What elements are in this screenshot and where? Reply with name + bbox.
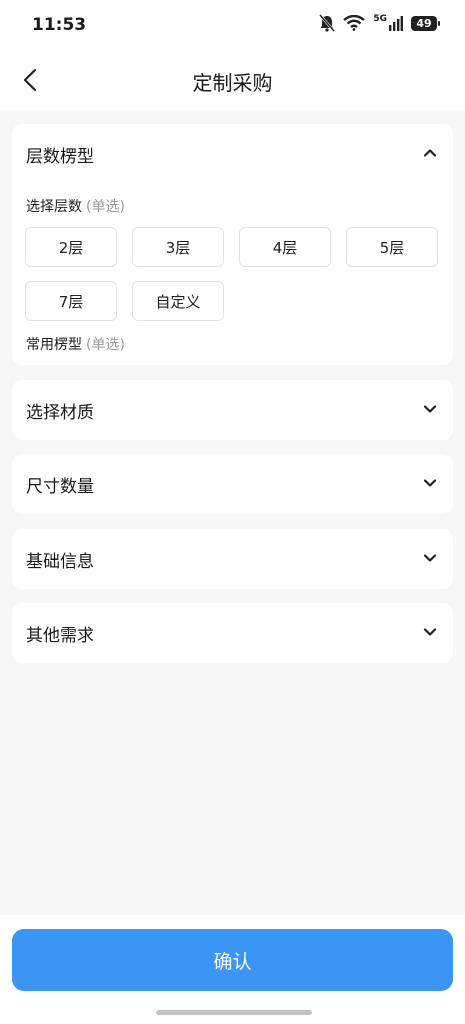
chevron-down-icon: [423, 405, 437, 413]
status-icons: 5G 49: [319, 14, 440, 32]
chevron-down-icon: [423, 628, 437, 636]
section-basic-info[interactable]: 基础信息: [12, 529, 453, 589]
chevron-up-icon: [423, 149, 437, 157]
bell-muted-icon: [319, 14, 336, 32]
section-title: 其他需求: [26, 626, 94, 646]
section-title: 层数楞型: [26, 147, 94, 167]
section-title: 选择材质: [26, 403, 94, 423]
layer-option-7[interactable]: 7层: [25, 281, 117, 321]
section-layers-flute: 层数楞型 选择层数 (单选) 2层 3层 4层 5层 7层 自定义 常用楞型 (单选…: [12, 124, 453, 365]
wifi-icon: [343, 15, 366, 31]
section-header-basic-info[interactable]: 基础信息: [12, 529, 453, 587]
section-header-other-needs[interactable]: 其他需求: [12, 603, 453, 661]
footer-bar: 确认: [0, 915, 465, 1024]
section-header-material[interactable]: 选择材质: [12, 380, 453, 438]
section-other-needs[interactable]: 其他需求: [12, 603, 453, 663]
layers-label: 选择层数 (单选): [26, 196, 125, 216]
status-time: 11:53: [32, 15, 87, 35]
battery-level: 49: [416, 16, 432, 30]
home-indicator[interactable]: [156, 1010, 312, 1015]
section-title: 基础信息: [26, 552, 94, 572]
battery-icon: 49: [411, 15, 440, 31]
layer-option-3[interactable]: 3层: [132, 227, 224, 267]
section-size-quantity[interactable]: 尺寸数量: [12, 454, 453, 514]
signal-icon: [389, 16, 403, 31]
layer-option-4[interactable]: 4层: [239, 227, 331, 267]
section-title: 尺寸数量: [26, 477, 94, 497]
layers-label-text: 选择层数: [26, 199, 82, 215]
layer-option-5[interactable]: 5层: [346, 227, 438, 267]
section-header-layers-flute[interactable]: 层数楞型: [12, 124, 453, 182]
layer-option-custom[interactable]: 自定义: [132, 281, 224, 321]
chevron-down-icon: [423, 479, 437, 487]
flute-label-text: 常用楞型: [26, 337, 82, 353]
section-header-size-quantity[interactable]: 尺寸数量: [12, 454, 453, 512]
flute-hint: (单选): [86, 337, 125, 353]
nav-bar: 定制采购: [0, 50, 465, 110]
section-material[interactable]: 选择材质: [12, 380, 453, 440]
layer-option-2[interactable]: 2层: [25, 227, 117, 267]
layers-hint: (单选): [86, 199, 125, 215]
flute-label: 常用楞型 (单选): [26, 334, 125, 354]
confirm-button[interactable]: 确认: [12, 929, 453, 991]
page-title: 定制采购: [192, 71, 273, 95]
network-label: 5G: [373, 14, 387, 24]
status-bar: 11:53 5G 49: [0, 0, 465, 50]
chevron-down-icon: [423, 554, 437, 562]
